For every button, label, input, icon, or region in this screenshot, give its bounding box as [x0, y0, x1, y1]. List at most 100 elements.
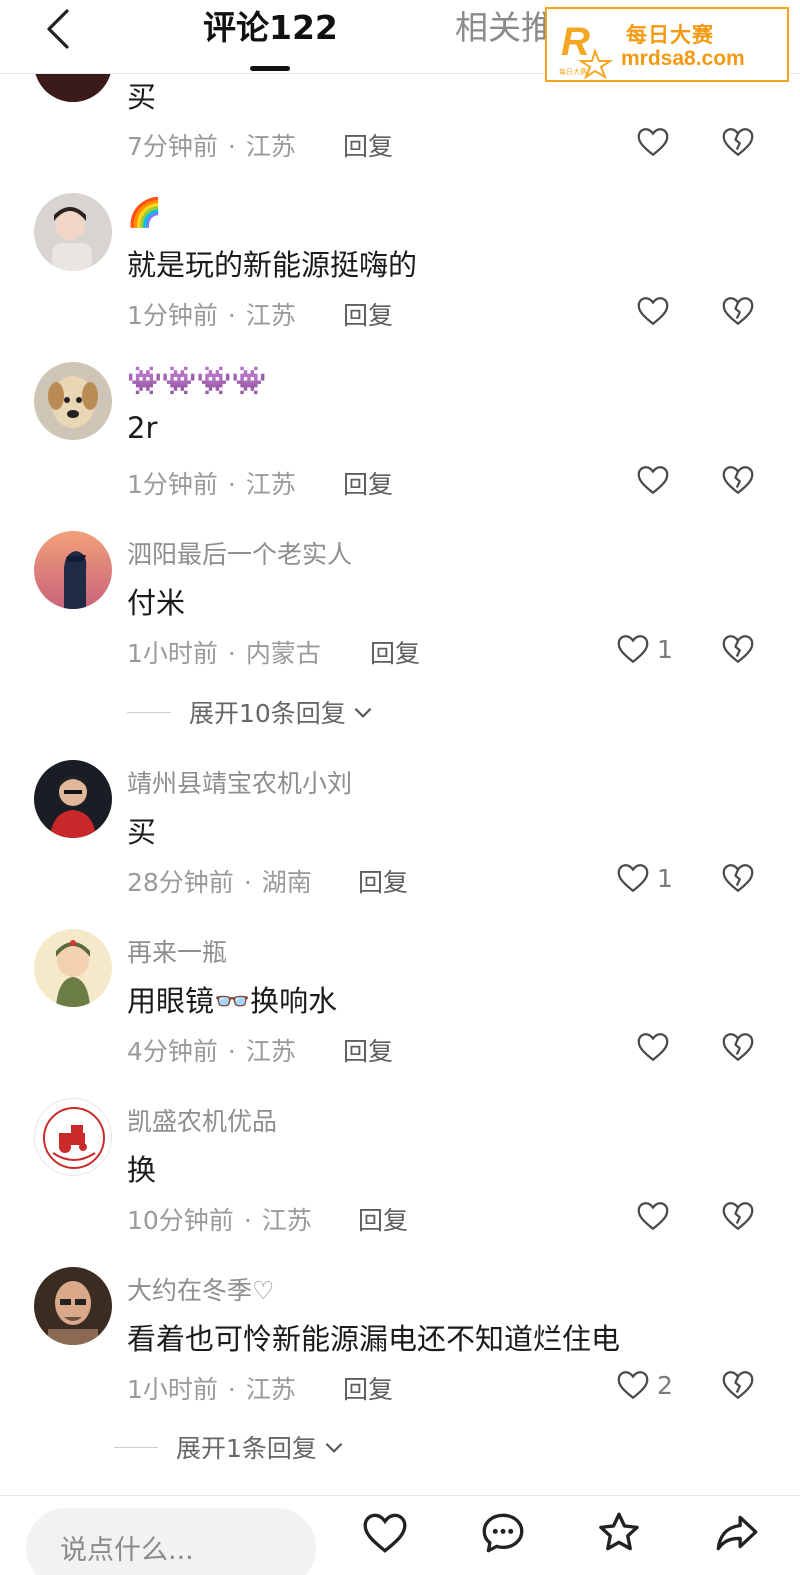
- reply-button[interactable]: 回复: [358, 863, 408, 899]
- comment-time: 4分钟前: [127, 1037, 218, 1066]
- comment-icon[interactable]: [478, 1508, 528, 1558]
- like-button[interactable]: [635, 462, 671, 498]
- heart-icon: [617, 635, 649, 664]
- reply-button[interactable]: 回复: [343, 465, 393, 501]
- like-count: 2: [657, 1370, 673, 1400]
- reply-button[interactable]: 回复: [370, 634, 420, 670]
- broken-heart-icon[interactable]: [720, 293, 756, 329]
- reply-button[interactable]: 回复: [343, 1032, 393, 1068]
- share-icon[interactable]: [712, 1508, 762, 1558]
- comment-text: 付米: [127, 586, 186, 620]
- logo-small-text: 每日大赛: [559, 67, 587, 76]
- comment-location: 江苏: [245, 301, 296, 330]
- watermark-logo: R 每日大赛: [559, 20, 614, 79]
- heart-icon: [637, 1202, 669, 1231]
- watermark-url: mrdsa8.com: [621, 47, 745, 70]
- bottom-bar: 说点什么...: [0, 1495, 800, 1575]
- comment-text: 就是玩的新能源挺嗨的: [127, 248, 418, 282]
- chevron-down-icon: [325, 1442, 343, 1453]
- comment-time: 28分钟前: [127, 868, 234, 897]
- heart-icon: [637, 1033, 669, 1062]
- broken-heart-icon[interactable]: [720, 1367, 756, 1403]
- avatar[interactable]: [34, 362, 112, 440]
- broken-heart-icon[interactable]: [720, 860, 756, 896]
- comment-meta: 1分钟前 · 江苏: [127, 470, 296, 499]
- username[interactable]: 👾👾👾👾: [127, 364, 266, 397]
- username[interactable]: 泗阳最后一个老实人: [127, 535, 352, 571]
- comment-text: 2r: [127, 411, 158, 445]
- avatar[interactable]: [34, 1267, 112, 1345]
- comment-text: 看着也可怜新能源漏电还不知道烂住电: [127, 1322, 621, 1356]
- avatar[interactable]: [34, 1098, 112, 1176]
- tab-comments[interactable]: 评论122: [203, 6, 338, 50]
- reply-button[interactable]: 回复: [358, 1201, 408, 1237]
- expand-replies-label: 展开1条回复: [176, 1434, 317, 1463]
- comment-location: 江苏: [261, 1206, 312, 1235]
- comment-meta: 1小时前 · 江苏: [127, 1375, 296, 1404]
- broken-heart-icon[interactable]: [720, 631, 756, 667]
- divider: [127, 711, 171, 713]
- comment-time: 1分钟前: [127, 470, 218, 499]
- broken-heart-icon[interactable]: [720, 1198, 756, 1234]
- comment-meta: 10分钟前 · 江苏: [127, 1206, 312, 1235]
- comment-input[interactable]: 说点什么...: [26, 1508, 316, 1575]
- comment-location: 江苏: [245, 132, 296, 161]
- like-button[interactable]: [635, 1029, 671, 1065]
- comment-location: 内蒙古: [245, 639, 321, 668]
- divider: [114, 1446, 158, 1448]
- comment-text: 换: [127, 1153, 157, 1187]
- watermark-title: 每日大赛: [626, 23, 714, 47]
- broken-heart-icon[interactable]: [720, 462, 756, 498]
- like-count: 1: [657, 634, 673, 664]
- reply-button[interactable]: 回复: [343, 296, 393, 332]
- username[interactable]: 凯盛农机优品: [127, 1102, 277, 1138]
- logo-letter: R: [561, 20, 590, 64]
- comment-text: 买: [127, 80, 157, 114]
- comment-meta: 7分钟前 · 江苏: [127, 132, 296, 161]
- star-icon[interactable]: [594, 1508, 644, 1558]
- avatar[interactable]: [34, 760, 112, 838]
- comment-meta: 28分钟前 · 湖南: [127, 868, 312, 897]
- username[interactable]: 大约在冬季♡: [127, 1271, 274, 1307]
- comment-location: 湖南: [261, 868, 312, 897]
- heart-icon: [637, 128, 669, 157]
- comment-meta: 1分钟前 · 江苏: [127, 301, 296, 330]
- reply-button[interactable]: 回复: [343, 1370, 393, 1406]
- comment-time: 1分钟前: [127, 301, 218, 330]
- back-button[interactable]: [38, 6, 78, 52]
- comment-time: 1小时前: [127, 639, 218, 668]
- like-button[interactable]: 1: [615, 860, 673, 896]
- like-button[interactable]: [635, 124, 671, 160]
- like-button[interactable]: [635, 1198, 671, 1234]
- comment-time: 7分钟前: [127, 132, 218, 161]
- active-tab-indicator: [250, 66, 290, 71]
- avatar[interactable]: [34, 193, 112, 271]
- heart-icon: [637, 297, 669, 326]
- comment-text: 用眼镜👓换响水: [127, 984, 338, 1018]
- comment-location: 江苏: [245, 470, 296, 499]
- comment-time: 1小时前: [127, 1375, 218, 1404]
- expand-replies-button[interactable]: 展开10条回复: [127, 694, 376, 730]
- username[interactable]: 靖州县靖宝农机小刘: [127, 764, 352, 800]
- comment-time: 10分钟前: [127, 1206, 234, 1235]
- broken-heart-icon[interactable]: [720, 1029, 756, 1065]
- like-button[interactable]: [635, 293, 671, 329]
- comment-meta: 4分钟前 · 江苏: [127, 1037, 296, 1066]
- avatar[interactable]: [34, 531, 112, 609]
- comment-meta: 1小时前 · 内蒙古: [127, 639, 321, 668]
- broken-heart-icon[interactable]: [720, 124, 756, 160]
- avatar[interactable]: [34, 929, 112, 1007]
- username[interactable]: 🌈: [127, 196, 162, 229]
- comment-list: 买 7分钟前 · 江苏 回复 🌈 就是玩的新能源挺嗨的 1分钟前 · 江苏 回复 👾👾👾…: [0, 0, 800, 1575]
- comment-location: 江苏: [245, 1037, 296, 1066]
- heart-icon: [617, 1371, 649, 1400]
- like-count: 1: [657, 863, 673, 893]
- username[interactable]: 再来一瓶: [127, 933, 227, 969]
- like-button[interactable]: 1: [615, 631, 673, 667]
- heart-icon: [617, 864, 649, 893]
- heart-icon[interactable]: [360, 1508, 410, 1558]
- reply-button[interactable]: 回复: [343, 127, 393, 163]
- expand-replies-button[interactable]: 展开1条回复: [114, 1429, 347, 1465]
- chevron-down-icon: [354, 707, 372, 718]
- like-button[interactable]: 2: [615, 1367, 673, 1403]
